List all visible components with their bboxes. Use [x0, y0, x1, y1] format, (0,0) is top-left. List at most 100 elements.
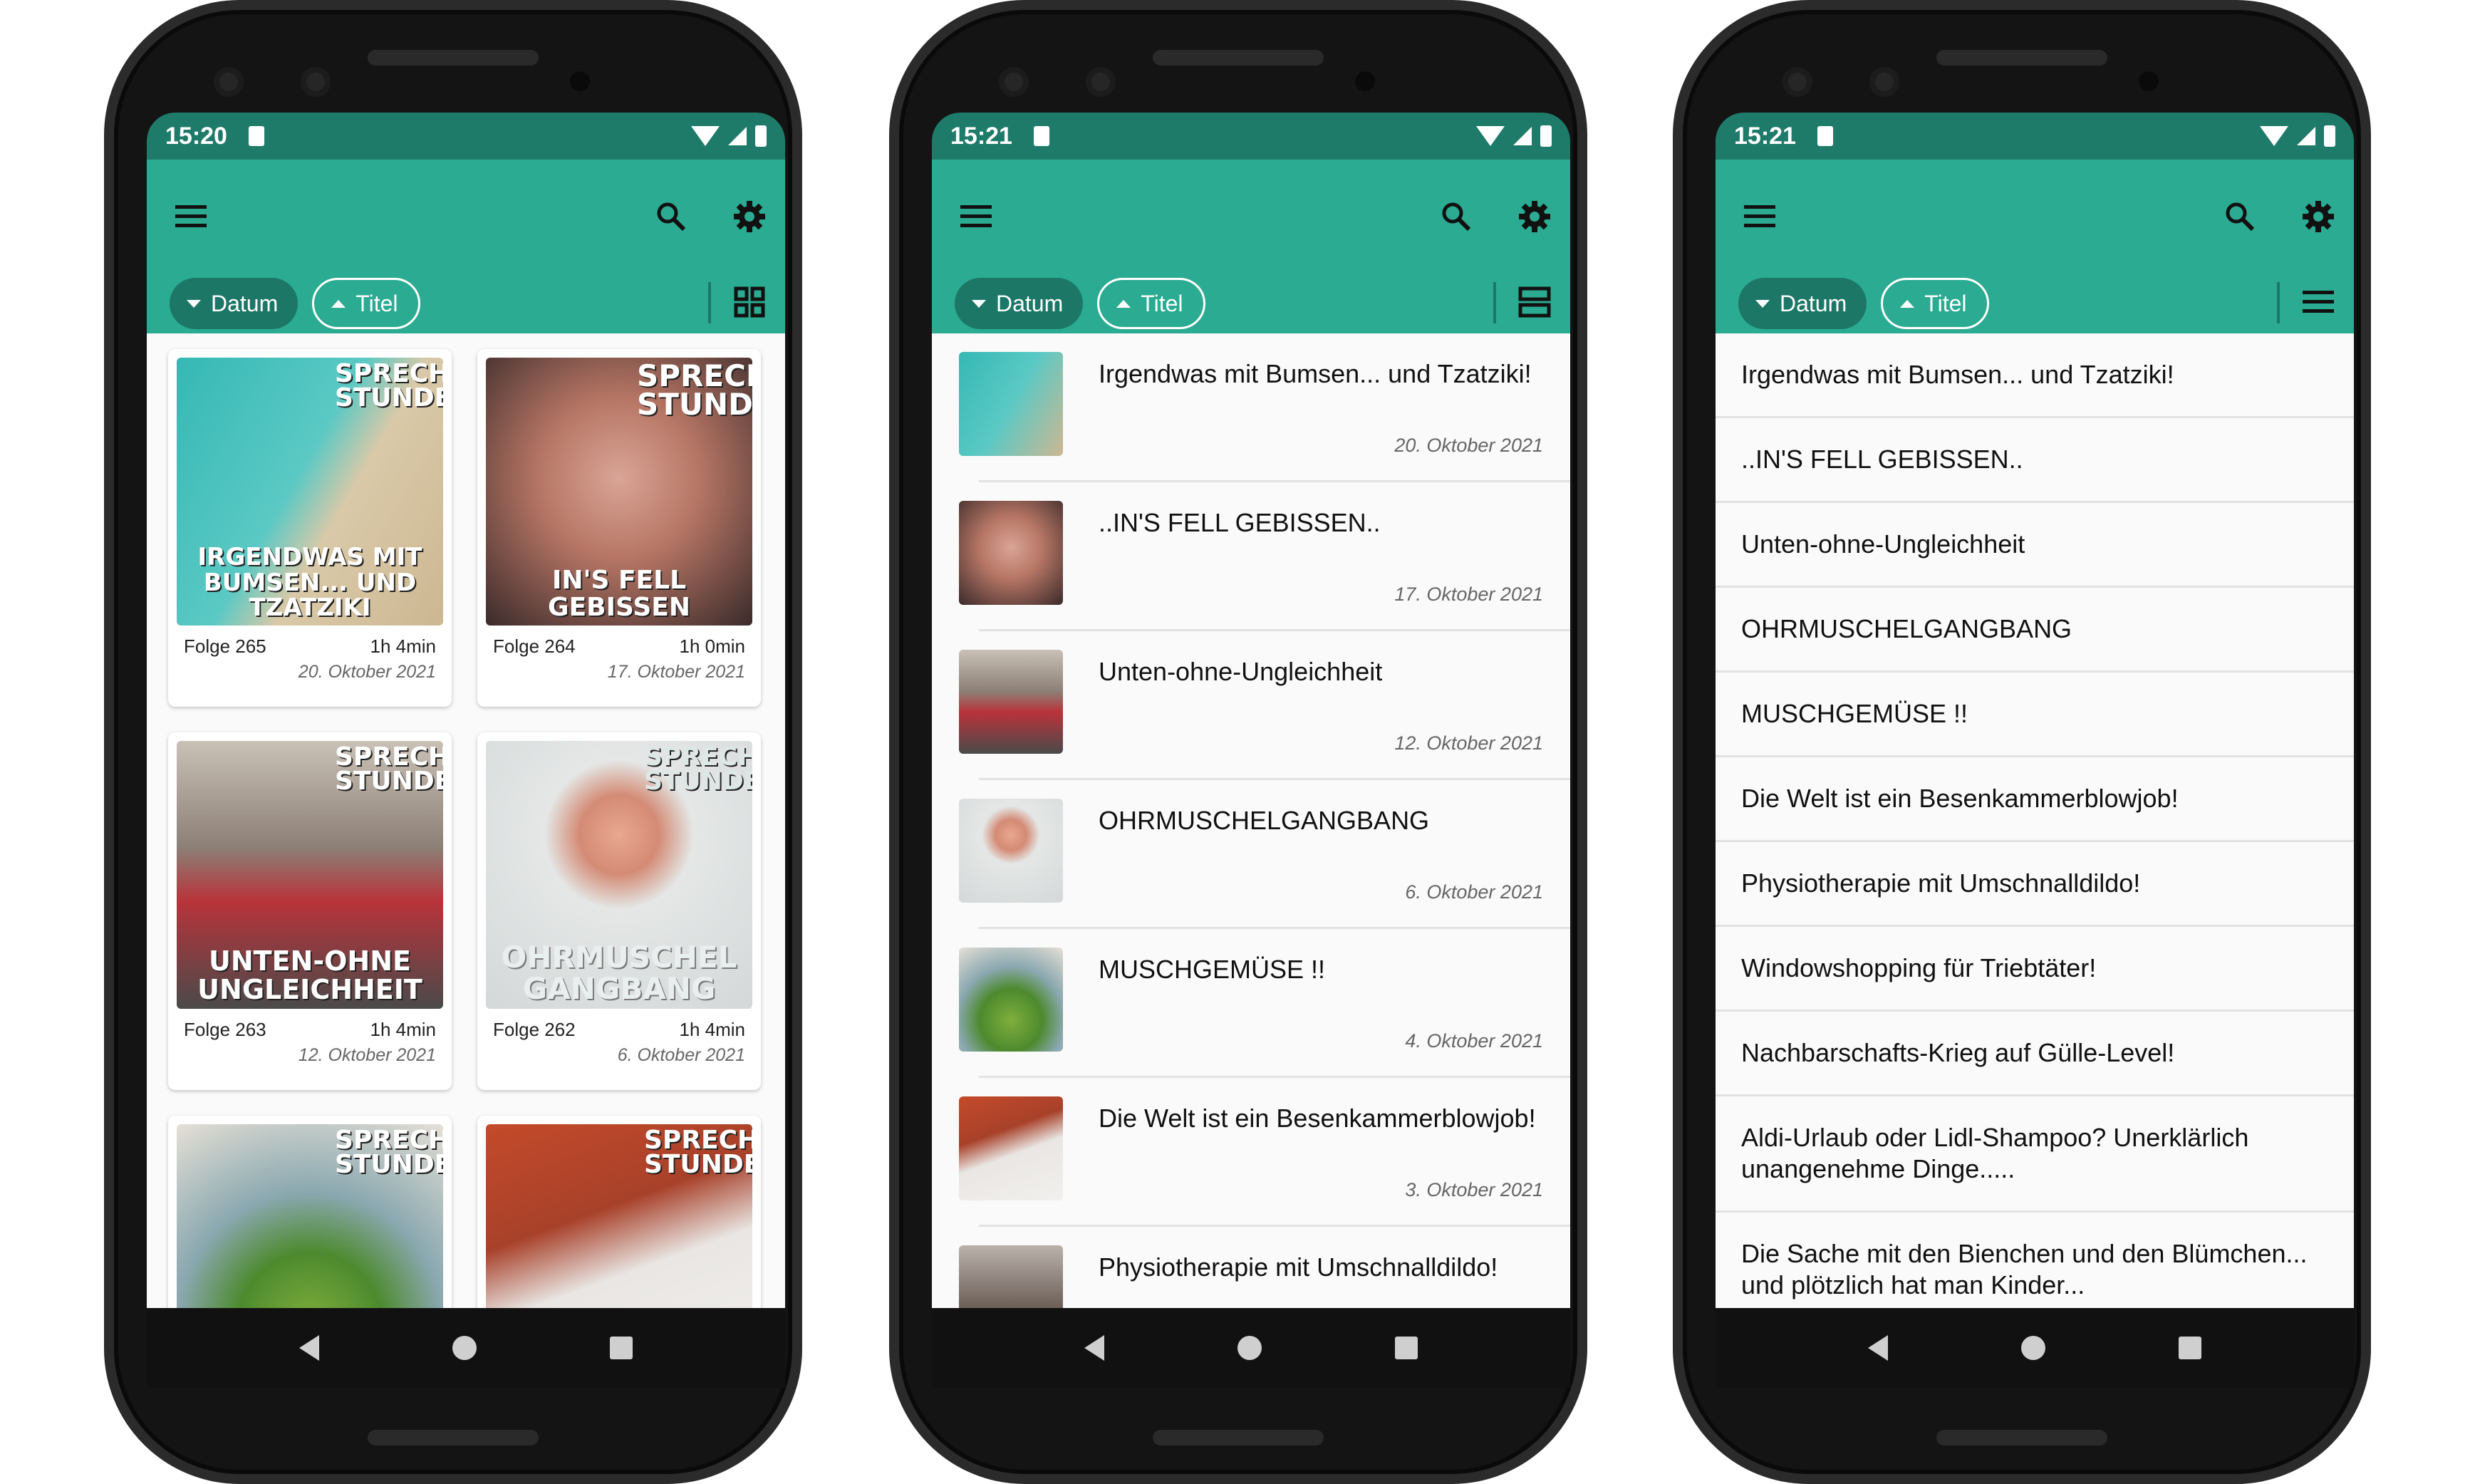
sort-title-chip[interactable]: Titel [1097, 278, 1205, 329]
list-item[interactable]: Irgendwas mit Bumsen... und Tzatziki! 20… [959, 333, 1570, 482]
screen: 15:20 Datum Titel SPRECH STUNDE IRGENDWA… [147, 113, 785, 1388]
earpiece [368, 50, 539, 66]
sort-asc-icon [1900, 299, 1915, 308]
list-item[interactable]: Die Welt ist ein Besenkammerblowjob! 3. … [959, 1078, 1570, 1227]
status-time: 15:20 [165, 122, 227, 150]
sort-date-chip[interactable]: Datum [170, 278, 299, 329]
compact-list-icon[interactable] [2297, 281, 2340, 323]
back-icon[interactable] [1084, 1335, 1104, 1361]
episode-title: Physiotherapie mit Umschnalldildo! [1099, 1252, 1498, 1282]
search-icon[interactable] [1435, 195, 1478, 238]
episode-thumbnail: SPRECH STUNDE OHRMUSCHEL GANGBANG [486, 741, 752, 1009]
search-icon[interactable] [650, 195, 692, 238]
episode-card[interactable]: SPRECH STUNDE [168, 1116, 452, 1308]
home-icon[interactable] [1237, 1336, 1262, 1360]
earpiece [1936, 50, 2107, 66]
episode-thumbnail [959, 948, 1063, 1052]
home-icon[interactable] [2020, 1336, 2045, 1360]
episode-thumbnail [959, 799, 1063, 903]
list-item[interactable]: Aldi-Urlaub oder Lidl-Shampoo? Unerklärl… [1716, 1096, 2354, 1213]
sd-card-icon [1817, 126, 1833, 146]
episode-duration: 1h 4min [370, 1019, 437, 1040]
episode-duration: 1h 4min [679, 1019, 746, 1040]
signal-icon [2297, 127, 2315, 145]
gear-icon[interactable] [1513, 195, 1556, 238]
episode-thumbnail: SPRECH STUNDE [177, 1124, 443, 1308]
episode-duration: 1h 4min [370, 635, 437, 657]
episode-card[interactable]: SPRECH STUNDE [477, 1116, 761, 1308]
front-sensor [1086, 67, 1116, 97]
battery-icon [2324, 125, 2335, 147]
sort-date-chip[interactable]: Datum [1738, 278, 1867, 329]
sd-card-icon [248, 126, 264, 146]
sort-date-label: Datum [1780, 290, 1847, 316]
sort-date-chip[interactable]: Datum [955, 278, 1084, 329]
sort-asc-icon [331, 299, 346, 308]
home-icon[interactable] [452, 1336, 477, 1360]
episode-card[interactable]: SPRECH STUNDE OHRMUSCHEL GANGBANG Folge … [477, 732, 761, 1090]
status-bar: 15:21 [932, 113, 1570, 160]
episode-card[interactable]: SPRECH STUNDE IN'S FELL GEBISSEN Folge 2… [477, 349, 761, 707]
list-item[interactable]: ..IN'S FELL GEBISSEN.. [1716, 418, 2354, 503]
sort-date-label: Datum [996, 290, 1064, 316]
gear-icon[interactable] [2297, 195, 2340, 238]
front-sensor [301, 67, 331, 97]
episode-thumbnail [959, 1096, 1063, 1200]
battery-icon [755, 125, 767, 147]
list-item[interactable]: Nachbarschafts-Krieg auf Gülle-Level! [1716, 1012, 2354, 1096]
sort-title-chip[interactable]: Titel [312, 278, 420, 329]
phone-frame: 15:21 Datum Titel Irgendwas mit Bumsen..… [889, 0, 1587, 1484]
list-item[interactable]: ..IN'S FELL GEBISSEN.. 17. Oktober 2021 [959, 482, 1570, 631]
episode-title: Unten-ohne-Ungleichheit [1099, 657, 1383, 686]
list-item[interactable]: Unten-ohne-Ungleichheit 12. Oktober 2021 [959, 631, 1570, 780]
thumbnail-caption: IN'S FELL GEBISSEN [548, 566, 690, 623]
sort-title-chip[interactable]: Titel [1881, 278, 1989, 329]
list-item[interactable]: OHRMUSCHELGANGBANG 6. Oktober 2021 [959, 780, 1570, 929]
list-item[interactable]: OHRMUSCHELGANGBANG [1716, 588, 2354, 673]
list-item[interactable]: Die Welt ist ein Besenkammerblowjob! [1716, 757, 2354, 842]
list-item[interactable]: Unten-ohne-Ungleichheit [1716, 503, 2354, 588]
gear-icon[interactable] [728, 195, 771, 238]
list-item[interactable]: MUSCHGEMÜSE !! [1716, 673, 2354, 757]
screen: 15:21 Datum Titel Irgendwas mit Bumsen..… [932, 113, 1570, 1388]
phone-frame: 15:21 Datum Titel Irgendwas mit Bumsen..… [1673, 0, 2371, 1484]
wifi-icon [1476, 126, 1505, 146]
episode-title: OHRMUSCHELGANGBANG [1099, 806, 1430, 835]
list-item[interactable]: Physiotherapie mit Umschnalldildo! [959, 1227, 1570, 1308]
thumbnail-badge: SPRECH STUNDE [335, 359, 443, 412]
back-icon[interactable] [299, 1335, 319, 1361]
list-item[interactable]: Windowshopping für Triebtäter! [1716, 927, 2354, 1012]
recents-icon[interactable] [610, 1337, 633, 1359]
sort-asc-icon [1116, 299, 1131, 308]
episode-card[interactable]: SPRECH STUNDE IRGENDWAS MIT BUMSEN... UN… [168, 349, 452, 707]
list-item[interactable]: MUSCHGEMÜSE !! 4. Oktober 2021 [959, 929, 1570, 1078]
system-nav-bar [147, 1308, 785, 1388]
divider [2277, 282, 2280, 323]
episode-date: 6. Oktober 2021 [1405, 881, 1543, 903]
menu-icon[interactable] [170, 195, 212, 238]
back-icon[interactable] [1867, 1335, 1888, 1361]
search-icon[interactable] [2219, 195, 2261, 238]
bottom-speaker [368, 1430, 539, 1446]
list-item[interactable]: Irgendwas mit Bumsen... und Tzatziki! [1716, 333, 2354, 418]
list-view-icon[interactable] [1513, 281, 1556, 323]
episode-date: 6. Oktober 2021 [617, 1045, 745, 1065]
list-item[interactable]: Physiotherapie mit Umschnalldildo! [1716, 842, 2354, 927]
system-nav-bar [932, 1308, 1570, 1388]
sort-desc-icon [972, 299, 986, 308]
system-nav-bar [1716, 1308, 2354, 1388]
episode-card[interactable]: SPRECH STUNDE UNTEN-OHNE UNGLEICHHEIT Fo… [168, 732, 452, 1090]
grid-view-icon[interactable] [728, 281, 771, 323]
episode-title: ..IN'S FELL GEBISSEN.. [1099, 508, 1381, 537]
list-item[interactable]: Die Sache mit den Bienchen und den Blümc… [1716, 1213, 2354, 1308]
thumbnail-badge: SPRECH STUNDE [637, 358, 752, 422]
episode-thumbnail: SPRECH STUNDE UNTEN-OHNE UNGLEICHHEIT [177, 741, 443, 1009]
menu-icon[interactable] [1738, 195, 1781, 238]
recents-icon[interactable] [1395, 1337, 1418, 1359]
menu-icon[interactable] [955, 195, 997, 238]
episode-title: MUSCHGEMÜSE !! [1099, 955, 1326, 984]
sort-desc-icon [1755, 299, 1770, 308]
episode-date: 12. Oktober 2021 [298, 1045, 436, 1065]
episode-date: 4. Oktober 2021 [1405, 1030, 1543, 1052]
recents-icon[interactable] [2179, 1337, 2202, 1359]
